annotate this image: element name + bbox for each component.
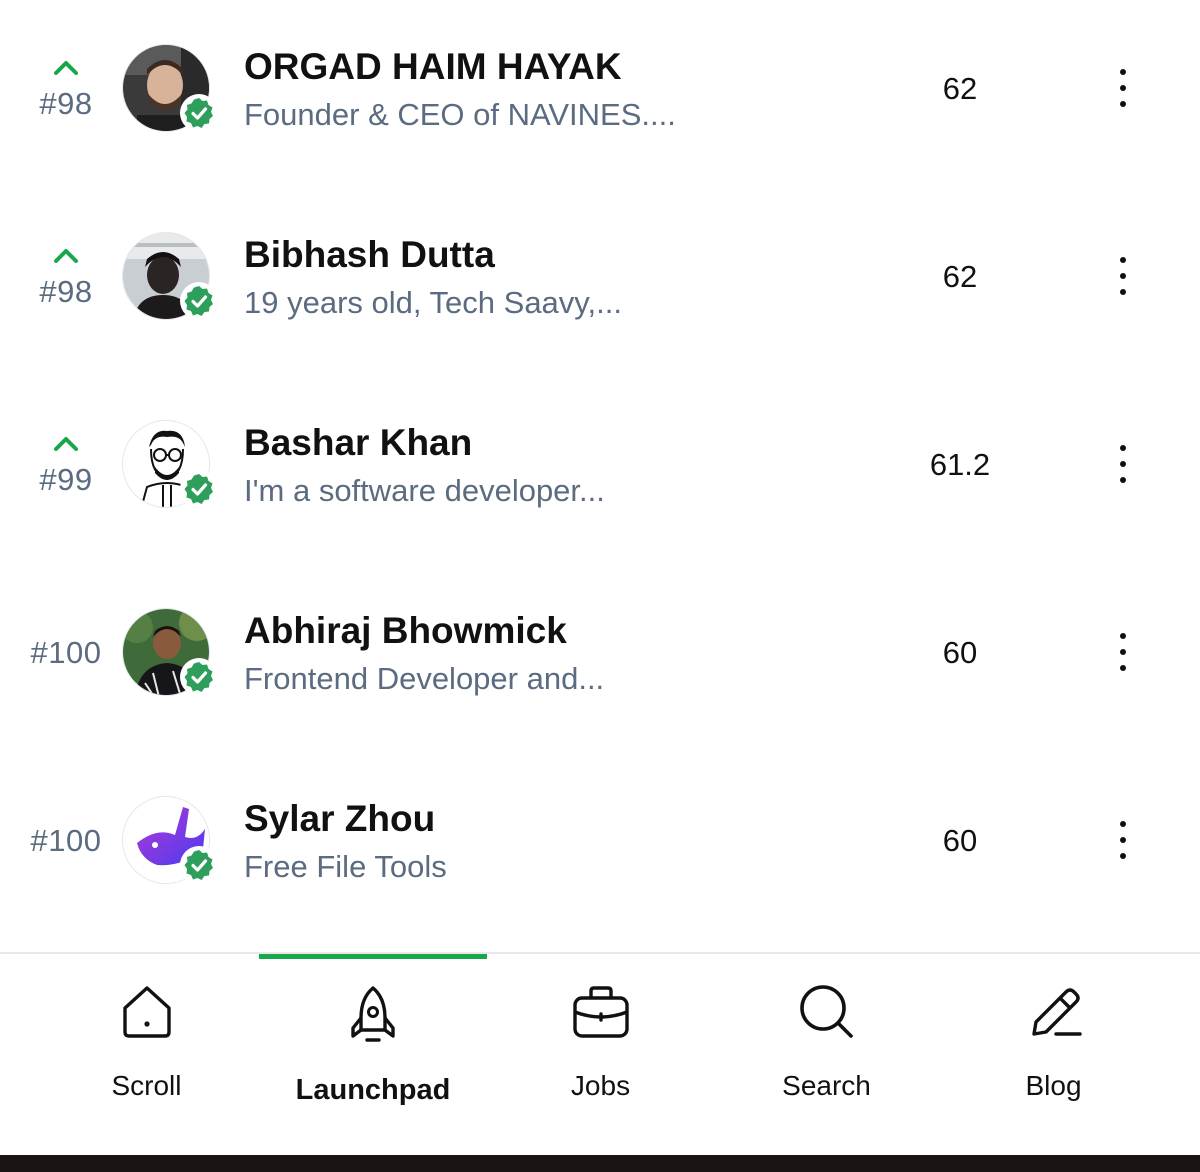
- list-item[interactable]: #99 Bashar Khan I'm a software developer…: [0, 376, 1200, 564]
- user-name[interactable]: Sylar Zhou: [244, 798, 435, 840]
- bottom-navigation: Scroll Launchpad Jobs Search Blog: [0, 952, 1200, 1155]
- score-value: 62: [942, 259, 978, 294]
- verified-badge-icon: [180, 470, 218, 508]
- rank-cell: #98: [0, 0, 132, 188]
- user-name[interactable]: Bibhash Dutta: [244, 234, 495, 276]
- more-options-icon[interactable]: [1100, 441, 1146, 487]
- avatar[interactable]: [122, 44, 218, 132]
- score-value: 61.2: [929, 447, 991, 482]
- avatar[interactable]: [122, 420, 218, 508]
- verified-badge-icon: [180, 846, 218, 884]
- verified-badge-icon: [180, 658, 218, 696]
- rank-up-icon: [54, 61, 78, 75]
- nav-item-blog[interactable]: Blog: [940, 954, 1167, 1157]
- more-options-icon[interactable]: [1100, 629, 1146, 675]
- list-item[interactable]: #98 ORGAD HAIM HAYAK Founder & CEO of NA…: [0, 0, 1200, 188]
- verified-badge-icon: [180, 282, 218, 320]
- nav-item-label: Launchpad: [295, 1074, 451, 1106]
- rank-number: #98: [39, 86, 93, 121]
- rank-cell: #100: [0, 752, 132, 940]
- leaderboard-list: #98 ORGAD HAIM HAYAK Founder & CEO of NA…: [0, 0, 1200, 952]
- rank-cell: #98: [0, 188, 132, 376]
- more-options-icon[interactable]: [1100, 253, 1146, 299]
- score-value: 60: [942, 823, 978, 858]
- list-item[interactable]: #100 Abhiraj Bhowmick Frontend Developer…: [0, 564, 1200, 752]
- user-name[interactable]: Abhiraj Bhowmick: [244, 610, 567, 652]
- nav-item-label: Jobs: [570, 1070, 631, 1101]
- user-bio: Free File Tools: [244, 849, 447, 884]
- home-icon: [122, 986, 171, 1038]
- user-bio: 19 years old, Tech Saavy,...: [244, 285, 622, 320]
- user-name[interactable]: Bashar Khan: [244, 422, 472, 464]
- rank-number: #100: [30, 635, 102, 670]
- list-item[interactable]: #100 Sylar Zhou Free File Tools 60: [0, 752, 1200, 940]
- nav-item-scroll[interactable]: Scroll: [33, 954, 260, 1157]
- rocket-icon: [351, 986, 395, 1042]
- more-options-icon[interactable]: [1100, 65, 1146, 111]
- rank-cell: #99: [0, 376, 132, 564]
- rank-up-icon: [54, 437, 78, 451]
- nav-item-launchpad[interactable]: Launchpad: [259, 954, 487, 1157]
- rank-number: #99: [39, 462, 93, 497]
- score-value: 62: [942, 71, 978, 106]
- nav-item-label: Blog: [1025, 1070, 1082, 1101]
- verified-badge-icon: [180, 94, 218, 132]
- nav-item-label: Search: [782, 1070, 871, 1101]
- search-icon: [799, 985, 853, 1038]
- nav-item-jobs[interactable]: Jobs: [487, 954, 714, 1157]
- avatar[interactable]: [122, 608, 218, 696]
- rank-number: #100: [30, 823, 102, 858]
- avatar[interactable]: [122, 232, 218, 320]
- nav-item-label: Scroll: [111, 1070, 182, 1101]
- rank-up-icon: [54, 249, 78, 263]
- user-name[interactable]: ORGAD HAIM HAYAK: [244, 46, 622, 88]
- nav-item-search[interactable]: Search: [713, 954, 940, 1157]
- rank-cell: #100: [0, 564, 132, 752]
- pencil-icon: [1031, 988, 1082, 1036]
- more-options-icon[interactable]: [1100, 817, 1146, 863]
- user-bio: Frontend Developer and...: [244, 661, 605, 696]
- briefcase-icon: [572, 986, 629, 1038]
- user-bio: Founder & CEO of NAVINES....: [244, 97, 676, 132]
- list-item[interactable]: #98 Bibhash Dutta 19 years old, Tech Saa…: [0, 188, 1200, 376]
- system-gesture-bar: [0, 1155, 1200, 1172]
- user-bio: I'm a software developer...: [244, 473, 605, 508]
- score-value: 60: [942, 635, 978, 670]
- avatar[interactable]: [122, 796, 218, 884]
- rank-number: #98: [39, 274, 93, 309]
